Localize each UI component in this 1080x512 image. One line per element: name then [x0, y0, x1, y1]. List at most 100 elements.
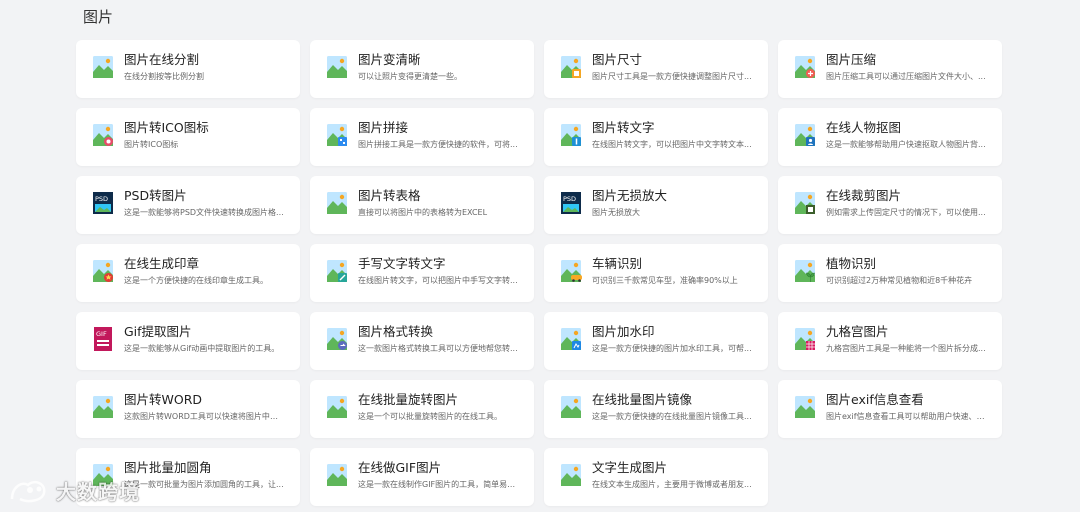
watermark: 大数跨境 — [8, 476, 140, 505]
tool-description: 图片压缩工具可以通过压缩图片文件大小、... — [826, 72, 986, 81]
tool-card[interactable]: GIF Gif提取图片 这是一款能够从Gif动画中提取图片的工具。 — [76, 312, 300, 370]
tool-card[interactable]: 植物识别可识别超过2万种常见植物和近8千种花卉 — [778, 244, 1002, 302]
picture-ico-icon — [93, 122, 115, 148]
tool-description: 在线分割按等比例分割 — [124, 72, 204, 81]
tool-description: 这是一款可批量为图片添加圆角的工具，让... — [124, 480, 284, 489]
tool-name: 在线做GIF图片 — [358, 460, 442, 475]
tool-card[interactable]: 图片exif信息查看图片exif信息查看工具可以帮助用户快速、方... — [778, 380, 1002, 438]
tool-description: 图片转ICO图标 — [124, 140, 179, 149]
tool-card[interactable]: PSD 图片无损放大 图片无损放大 — [544, 176, 768, 234]
tool-description: 这是一款在线制作GIF图片的工具，简单易用... — [358, 480, 518, 489]
picture-stitch-icon — [327, 122, 349, 148]
tool-name: 图片批量加圆角 — [124, 460, 212, 475]
picture-plant-icon — [795, 258, 817, 284]
tool-card[interactable]: 文字生成图片在线文本生成图片，主要用于微博或者朋友... — [544, 448, 768, 506]
tool-description: 这是一款能够将PSD文件快速转换成图片格... — [124, 208, 284, 217]
picture-icon — [561, 394, 583, 420]
psd-icon: PSD — [93, 190, 115, 216]
tool-card[interactable]: 在线裁剪图片例如需求上传固定尺寸的情况下，可以使用... — [778, 176, 1002, 234]
tool-description: 在线文本生成图片，主要用于微博或者朋友... — [592, 480, 752, 489]
picture-car-icon — [561, 258, 583, 284]
tool-name: 植物识别 — [826, 256, 877, 271]
tool-name: 图片拼接 — [358, 120, 409, 135]
tool-description: 在线图片转文字，可以把图片中文字转文本... — [592, 140, 752, 149]
tool-description: 图片无损放大 — [592, 208, 640, 217]
tool-description: 这是一个方便快捷的在线印章生成工具。 — [124, 276, 268, 285]
picture-icon — [93, 54, 115, 80]
tool-description: 直接可以将图片中的表格转为EXCEL — [358, 208, 488, 217]
tool-description: 可识别超过2万种常见植物和近8千种花卉 — [826, 276, 973, 285]
tool-grid: 图片在线分割 在线分割按等比例分割 图片变清晰 可以让照片变得更清楚一些。 图片尺寸 图片… — [76, 40, 1002, 506]
picture-handwriting-icon — [327, 258, 349, 284]
picture-icon — [327, 54, 349, 80]
tool-card[interactable]: 图片压缩图片压缩工具可以通过压缩图片文件大小、... — [778, 40, 1002, 98]
svg-text:GIF: GIF — [96, 330, 107, 338]
tool-card[interactable]: 图片转WORD 这款图片转WORD工具可以快速将图片中的... — [76, 380, 300, 438]
tool-name: 图片加水印 — [592, 324, 655, 339]
tool-card[interactable]: 在线批量旋转图片这是一个可以批量旋转图片的在线工具。 — [310, 380, 534, 438]
tool-description: 这是一个可以批量旋转图片的在线工具。 — [358, 412, 502, 421]
tool-card[interactable]: 在线批量图片镜像这是一款方便快捷的在线批量图片镜像工具... — [544, 380, 768, 438]
tool-card[interactable]: 图片转ICO图标 图片转ICO图标 — [76, 108, 300, 166]
tool-card[interactable]: PSD PSD转图片这是一款能够将PSD文件快速转换成图片格... — [76, 176, 300, 234]
tool-name: 图片exif信息查看 — [826, 392, 924, 407]
tool-description: 图片exif信息查看工具可以帮助用户快速、方... — [826, 412, 986, 421]
tool-card[interactable]: 车辆识别 可识别三千款常见车型，准确率90%以上 — [544, 244, 768, 302]
tool-name: 图片尺寸 — [592, 52, 643, 67]
section-title: 图片 — [83, 8, 114, 26]
tool-description: 这是一款方便快捷的在线批量图片镜像工具... — [592, 412, 752, 421]
tool-card[interactable]: 图片格式转换这一款图片格式转换工具可以方便地帮您转... — [310, 312, 534, 370]
tool-description: 在线图片转文字，可以把图片中手写文字转... — [358, 276, 518, 285]
picture-cutout-icon — [795, 122, 817, 148]
tool-name: 图片格式转换 — [358, 324, 434, 339]
tool-card[interactable]: 手写文字转文字在线图片转文字，可以把图片中手写文字转... — [310, 244, 534, 302]
picture-resize-icon — [561, 54, 583, 80]
tool-name: 在线批量旋转图片 — [358, 392, 459, 407]
tool-card[interactable]: 图片加水印 这是一款方便快捷的图片加水印工具，可帮... — [544, 312, 768, 370]
tool-name: 在线人物抠图 — [826, 120, 902, 135]
svg-text:PSD: PSD — [95, 195, 108, 203]
tool-card[interactable]: 在线做GIF图片这是一款在线制作GIF图片的工具，简单易用... — [310, 448, 534, 506]
tool-name: 图片转WORD — [124, 392, 203, 407]
watermark-text: 大数跨境 — [56, 480, 140, 504]
tool-card[interactable]: 图片转文字在线图片转文字，可以把图片中文字转文本... — [544, 108, 768, 166]
picture-convert-icon — [327, 326, 349, 352]
tool-name: 在线裁剪图片 — [826, 188, 902, 203]
tool-name: 在线批量图片镜像 — [592, 392, 693, 407]
tool-name: PSD转图片 — [124, 188, 187, 203]
tool-description: 例如需求上传固定尺寸的情况下，可以使用... — [826, 208, 986, 217]
tool-name: 图片无损放大 — [592, 188, 668, 203]
picture-icon — [795, 394, 817, 420]
svg-text:PSD: PSD — [563, 195, 576, 203]
tool-name: 图片变清晰 — [358, 52, 421, 67]
tool-name: 图片转ICO图标 — [124, 120, 209, 135]
tool-name: 图片压缩 — [826, 52, 877, 67]
tool-description: 可以让照片变得更清楚一些。 — [358, 72, 462, 81]
picture-crop-icon — [795, 190, 817, 216]
tool-card[interactable]: 图片拼接 图片拼接工具是一款方便快捷的软件，可将... — [310, 108, 534, 166]
tool-description: 九格宫图片工具是一种能将一个图片拆分成... — [826, 344, 986, 353]
tool-description: 这款图片转WORD工具可以快速将图片中的... — [124, 412, 284, 421]
picture-compress-icon — [795, 54, 817, 80]
tool-card[interactable]: 在线生成印章 这是一个方便快捷的在线印章生成工具。 — [76, 244, 300, 302]
tool-name: 车辆识别 — [592, 256, 643, 271]
tool-name: 图片转文字 — [592, 120, 655, 135]
tool-card[interactable]: 图片变清晰可以让照片变得更清楚一些。 — [310, 40, 534, 98]
picture-grid-icon — [795, 326, 817, 352]
picture-seal-icon — [93, 258, 115, 284]
tool-card[interactable]: 九格宫图片九格宫图片工具是一种能将一个图片拆分成... — [778, 312, 1002, 370]
tool-card[interactable]: 图片在线分割 在线分割按等比例分割 — [76, 40, 300, 98]
tool-description: 这一款图片格式转换工具可以方便地帮您转... — [358, 344, 518, 353]
tool-name: 九格宫图片 — [826, 324, 889, 339]
tool-description: 图片尺寸工具是一款方便快捷调整图片尺寸... — [592, 72, 752, 81]
tool-card[interactable]: 在线人物抠图这是一款能够帮助用户快速抠取人物图片背... — [778, 108, 1002, 166]
picture-icon — [561, 462, 583, 488]
gif-icon: GIF — [93, 326, 115, 352]
tool-name: 文字生成图片 — [592, 460, 668, 475]
tool-name: 手写文字转文字 — [358, 256, 446, 271]
tool-card[interactable]: 图片尺寸图片尺寸工具是一款方便快捷调整图片尺寸... — [544, 40, 768, 98]
tool-description: 这是一款能够帮助用户快速抠取人物图片背... — [826, 140, 986, 149]
tool-card[interactable]: 图片转表格 直接可以将图片中的表格转为EXCEL — [310, 176, 534, 234]
picture-icon — [327, 462, 349, 488]
tool-description: 这是一款能够从Gif动画中提取图片的工具。 — [124, 344, 280, 353]
